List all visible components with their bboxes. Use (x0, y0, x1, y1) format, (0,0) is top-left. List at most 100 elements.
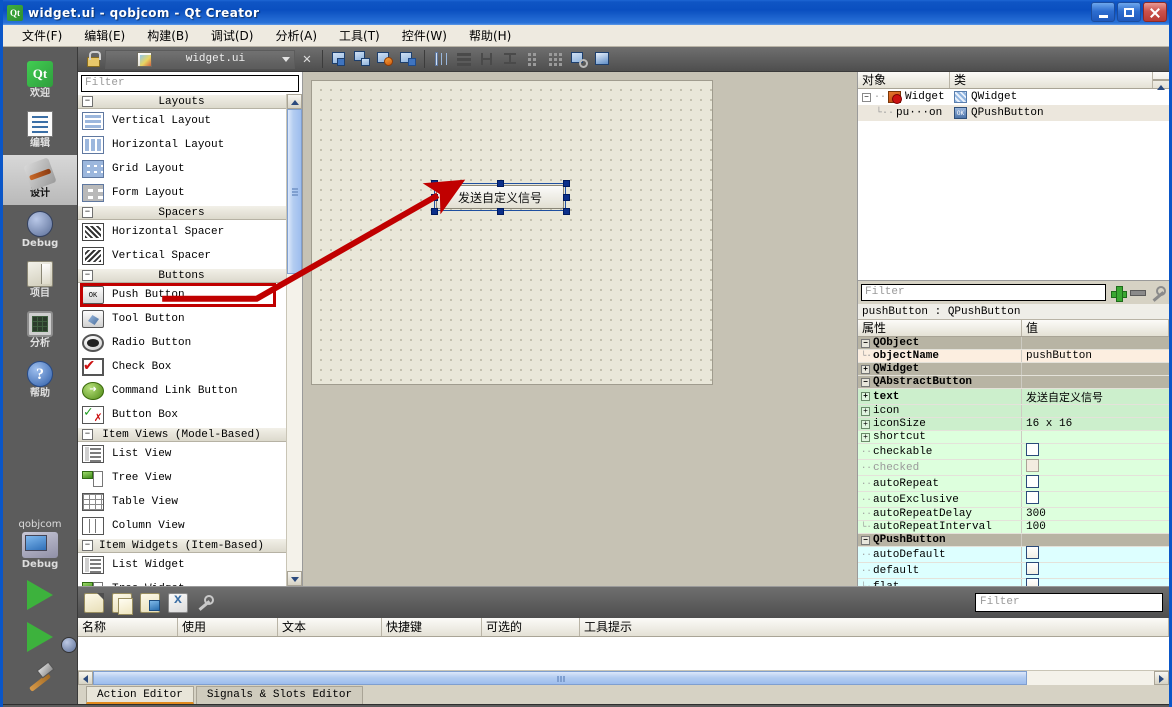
debug-button[interactable] (27, 622, 77, 653)
collapse-icon[interactable]: − (861, 535, 870, 545)
checkable-checkbox[interactable] (1026, 443, 1039, 456)
widget-item-vertical-layout[interactable]: Vertical Layout (78, 109, 286, 133)
menu-edit[interactable]: 编辑(E) (73, 25, 136, 46)
collapse-icon[interactable]: − (862, 92, 871, 102)
edit-signals-slots-icon[interactable] (352, 49, 372, 69)
property-value[interactable]: pushButton (1022, 350, 1169, 362)
mode-projects[interactable]: 项目 (3, 255, 77, 305)
edit-action-icon[interactable] (140, 592, 160, 613)
copy-action-icon[interactable] (112, 592, 133, 615)
layout-splitter-vertical-icon[interactable] (500, 49, 520, 69)
widget-category-buttons[interactable]: − Buttons (78, 268, 286, 283)
expand-icon[interactable]: + (861, 392, 870, 401)
close-document-button[interactable]: ✕ (298, 51, 316, 68)
minimize-button[interactable] (1091, 2, 1115, 22)
autorepeat-checkbox[interactable] (1026, 475, 1039, 488)
column-value[interactable]: 值 (1022, 320, 1169, 336)
resize-handle-s[interactable] (497, 208, 504, 215)
widget-item-horizontal-layout[interactable]: Horizontal Layout (78, 133, 286, 157)
column-text[interactable]: 文本 (278, 618, 382, 636)
kit-selector[interactable]: qobjcom Debug (3, 515, 77, 570)
widget-item-column-view[interactable]: Column View (78, 514, 286, 538)
property-row-autorepeat[interactable]: ··· autoRepeat (858, 475, 1169, 492)
tab-signals-slots-editor[interactable]: Signals & Slots Editor (195, 686, 364, 704)
widget-item-tool-button[interactable]: Tool Button (78, 307, 286, 331)
expand-icon[interactable]: + (861, 364, 870, 374)
build-button[interactable] (26, 664, 54, 690)
scroll-right-button[interactable] (1154, 671, 1169, 685)
hscrollbar-thumb[interactable] (93, 671, 1027, 685)
property-row-autodefault[interactable]: ··· autoDefault (858, 546, 1169, 563)
scrollbar-track[interactable] (287, 109, 302, 571)
edit-buddies-icon[interactable] (375, 49, 395, 69)
column-checkable[interactable]: 可选的 (482, 618, 580, 636)
property-group-qobject[interactable]: − QObject (858, 337, 1169, 350)
widget-item-form-layout[interactable]: Form Layout (78, 181, 286, 205)
layout-vertically-icon[interactable] (454, 49, 474, 69)
resize-handle-se[interactable] (563, 208, 570, 215)
maximize-button[interactable] (1117, 2, 1141, 22)
expand-icon[interactable]: + (861, 432, 870, 442)
menu-analyze[interactable]: 分析(A) (264, 25, 328, 46)
menu-widgets[interactable]: 控件(W) (391, 25, 458, 46)
widget-item-list-view[interactable]: List View (78, 442, 286, 466)
property-row-autoexclusive[interactable]: ··· autoExclusive (858, 491, 1169, 508)
mode-help[interactable]: ? 帮助 (3, 355, 77, 405)
column-used[interactable]: 使用 (178, 618, 278, 636)
widget-item-tree-widget[interactable]: Tree Widget (78, 577, 286, 586)
scrollbar-thumb[interactable] (287, 109, 302, 274)
menu-build[interactable]: 构建(B) (136, 25, 200, 46)
menu-debug[interactable]: 调试(D) (200, 25, 265, 46)
property-value[interactable]: 16 x 16 (1022, 418, 1169, 430)
property-row-text[interactable]: + text 发送自定义信号 (858, 389, 1169, 405)
object-tree-row[interactable]: └·· pu···on OK QPushButton (858, 105, 1169, 121)
tab-action-editor[interactable]: Action Editor (86, 686, 194, 704)
mode-debug[interactable]: Debug (3, 205, 77, 255)
property-row-checkable[interactable]: ··· checkable (858, 443, 1169, 460)
mode-edit[interactable]: 编辑 (3, 105, 77, 155)
property-value[interactable]: 100 (1022, 521, 1169, 533)
expand-icon[interactable]: + (861, 419, 870, 429)
mode-welcome[interactable]: Qt 欢迎 (3, 55, 77, 105)
flat-checkbox[interactable] (1026, 578, 1039, 586)
resize-handle-ne[interactable] (563, 180, 570, 187)
layout-grid-icon[interactable] (546, 49, 566, 69)
menu-tools[interactable]: 工具(T) (328, 25, 391, 46)
default-checkbox[interactable] (1026, 562, 1039, 575)
resize-handle-nw[interactable] (431, 180, 438, 187)
mode-analyze[interactable]: 分析 (3, 305, 77, 355)
unlocked-icon[interactable] (82, 49, 102, 69)
column-name[interactable]: 名称 (78, 618, 178, 636)
action-filter-input[interactable]: Filter (975, 593, 1163, 612)
column-tooltip[interactable]: 工具提示 (580, 618, 1169, 636)
expand-icon[interactable]: + (861, 406, 870, 416)
widget-item-radio-button[interactable]: Radio Button (78, 331, 286, 355)
form-push-button[interactable]: 发送自定义信号 (436, 185, 564, 209)
layout-splitter-horizontal-icon[interactable] (477, 49, 497, 69)
widget-item-grid-layout[interactable]: Grid Layout (78, 157, 286, 181)
widget-category-item-widgets[interactable]: − Item Widgets (Item-Based) (78, 538, 286, 553)
action-editor-hscrollbar[interactable] (78, 670, 1169, 685)
property-row-autorepeatdelay[interactable]: ··· autoRepeatDelay 300 (858, 508, 1169, 521)
close-button[interactable] (1143, 2, 1167, 22)
column-object[interactable]: 对象 (858, 72, 950, 88)
widget-item-table-view[interactable]: Table View (78, 490, 286, 514)
action-editor-rows[interactable] (78, 637, 1169, 670)
run-button[interactable] (27, 580, 53, 610)
minus-icon[interactable] (1130, 289, 1146, 296)
edit-tab-order-icon[interactable] (398, 49, 418, 69)
form-widget-surface[interactable]: 发送自定义信号 (311, 80, 713, 385)
property-group-qwidget[interactable]: + QWidget (858, 363, 1169, 376)
column-shortcut[interactable]: 快捷键 (382, 618, 482, 636)
property-row-flat[interactable]: └··flat (858, 578, 1169, 586)
menu-file[interactable]: 文件(F) (11, 25, 73, 46)
open-document-selector[interactable]: widget.ui (105, 49, 295, 69)
scroll-down-button[interactable] (287, 571, 302, 586)
column-property[interactable]: 属性 (858, 320, 1022, 336)
wrench-icon[interactable] (1150, 285, 1166, 301)
menu-help[interactable]: 帮助(H) (458, 25, 522, 46)
autodefault-checkbox[interactable] (1026, 546, 1039, 559)
resize-handle-n[interactable] (497, 180, 504, 187)
hscrollbar-track[interactable] (93, 671, 1154, 685)
widget-item-push-button[interactable]: OK Push Button (78, 283, 286, 307)
